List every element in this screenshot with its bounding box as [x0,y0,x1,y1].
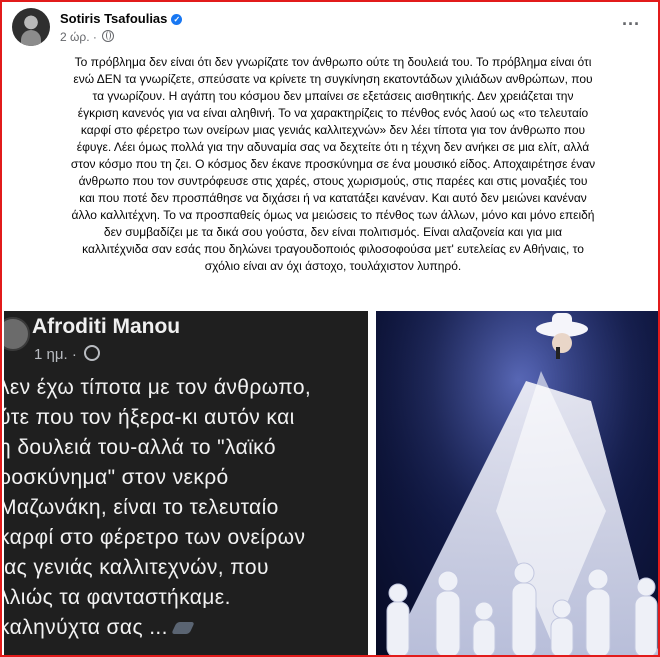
post-line: ενώ ΔΕΝ τα γνωρίζετε, σπεύσατε να κρίνετ… [73,72,593,86]
post-line: Το πρόβλημα δεν είναι ότι δεν γνωρίζατε … [74,55,592,69]
comment-author-avatar [4,317,30,351]
post-line: καρφί στο φέρετρο των ονείρων μιας γενιά… [80,123,586,137]
author-name-text[interactable]: Sotiris Tsafoulias [60,11,167,26]
post-line: έγκριση κανενός για να είναι αληθινή. Το… [77,106,589,120]
globe-icon [102,30,115,42]
globe-icon [84,345,101,361]
post-line: δεν συμβαδίζει με τα δικά σου γούστα, δε… [103,225,563,239]
post-header: Sotiris Tsafoulias ✓ 2 ώρ. · ··· [12,8,648,48]
post-line: σχόλιο είναι αν όχι άστοχο, τουλάχιστον … [204,259,462,273]
post-line: άνθρωπο που τον συντρόφευσε στις χαρές, … [78,174,588,188]
more-options-icon[interactable]: ··· [622,14,640,35]
comment-text: λεν έχω τίποτα με τον άνθρωπο, ύτε που τ… [4,373,368,643]
post-frame: Sotiris Tsafoulias ✓ 2 ώρ. · ··· Το πρόβλ… [0,0,660,657]
comment-author-name: Afroditi Manou [32,315,181,338]
comment-line: η δουλειά του-αλλά το "λαϊκό [4,436,276,459]
author-name[interactable]: Sotiris Tsafoulias ✓ [60,11,183,26]
post-time[interactable]: 2 ώρ. [60,30,90,44]
comment-line: λλιώς τα φανταστήκαμε. [4,586,231,609]
bird-emoji-icon [171,622,195,634]
post-line: καλλιτέχνιδα σαν εσάς που δηλώνει τραγου… [82,242,584,256]
comment-screenshot[interactable]: Afroditi Manou 1 ημ. · λεν έχω τίποτα με… [4,311,368,655]
post-media[interactable]: Afroditi Manou 1 ημ. · λεν έχω τίποτα με… [4,311,658,655]
comment-line: λεν έχω τίποτα με τον άνθρωπο, [4,376,312,399]
stage-photo-illustration [376,311,658,655]
comment-line-last: καληνύχτα σας ... [4,613,368,643]
verified-badge-icon: ✓ [171,14,183,25]
post-line: και που ποτέ δεν προσπάθησε να διχάσει ή… [79,191,587,205]
comment-line: καληνύχτα σας ... [4,616,168,639]
post-meta: 2 ώρ. · [60,30,115,44]
comment-line: ύτε που τον ήξερα-κι αυτόν και [4,406,295,429]
comment-meta: 1 ημ. · [34,345,101,363]
post-line: έφυγε. Λέει όμως πολλά για την αδυναμία … [76,140,590,154]
comment-line: καρφί στο φέρετρο των ονείρων [4,526,306,549]
post-text: Το πρόβλημα δεν είναι ότι δεν γνωρίζατε … [13,54,653,275]
comment-line: ροσκύνημα" στον νεκρό [4,466,229,489]
post-line: στον κόσμο που τη ζει. Ο κόσμος δεν έκαν… [70,157,596,171]
singer-face [552,333,572,353]
microphone [556,347,560,359]
comment-line: ιας γενιάς καλλιτεχνών, που [4,556,269,579]
comment-time: 1 ημ. [34,346,68,363]
post-line: άλλο καλλιτέχνη. Το να προσπαθείς όμως ν… [71,208,595,222]
hat-crown [552,313,572,329]
post-line: τα γνωρίζουν. Η αγάπη του κόσμου δεν μπα… [92,89,574,103]
author-avatar[interactable] [12,8,50,46]
stage-photo[interactable] [376,311,658,655]
comment-line: Μαζωνάκη, είναι το τελευταίο [4,496,279,519]
